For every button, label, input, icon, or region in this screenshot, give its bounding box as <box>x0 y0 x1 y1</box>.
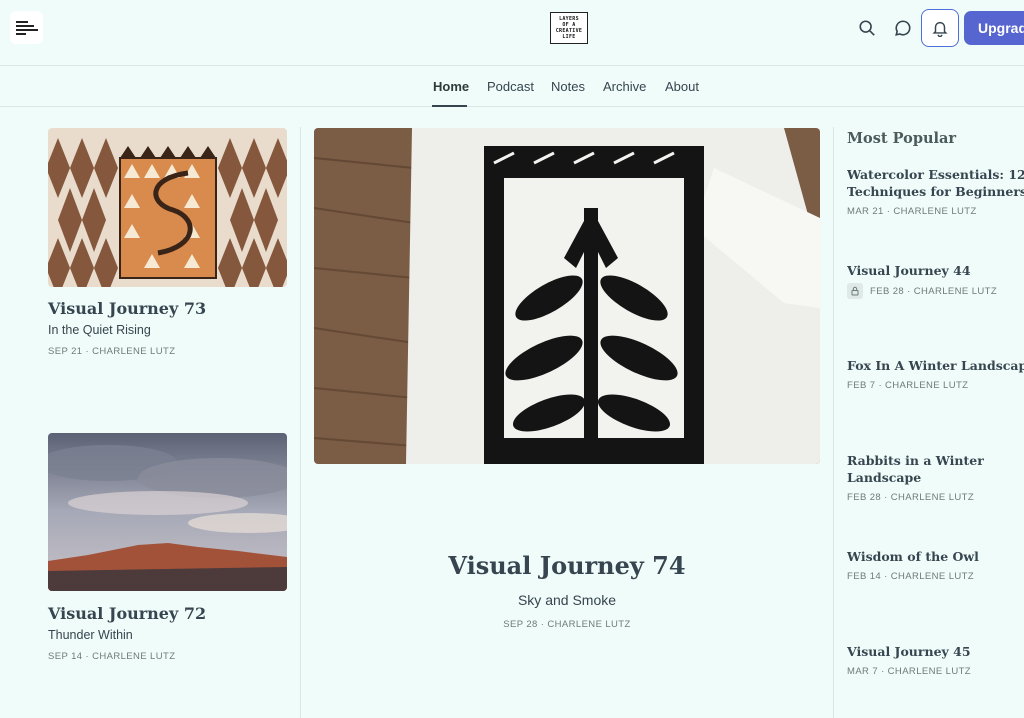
popular-post-meta-text: FEB 28 · CHARLENE LUTZ <box>870 285 998 297</box>
publication-wordmark[interactable]: LAYERS OF A CREATIVE LIFE <box>550 12 588 44</box>
feature-post-image[interactable] <box>314 128 820 464</box>
search-icon <box>859 20 875 36</box>
popular-post-meta: FEB 14 · CHARLENE LUTZ <box>847 571 974 582</box>
post-title[interactable]: Visual Journey 72 <box>48 604 206 623</box>
nav-item-podcast[interactable]: Podcast <box>487 79 534 94</box>
nav-item-home[interactable]: Home <box>433 79 469 94</box>
popular-post-meta-text: FEB 7 · CHARLENE LUTZ <box>847 380 969 391</box>
popular-post-title[interactable]: Rabbits in a Winter Landscape <box>847 452 1024 486</box>
post-meta: SEP 14 · CHARLENE LUTZ <box>48 651 176 662</box>
chat-icon <box>895 20 911 36</box>
popular-post-meta-text: MAR 7 · CHARLENE LUTZ <box>847 666 972 677</box>
popular-post-meta: FEB 28 · CHARLENE LUTZ <box>847 283 997 299</box>
post-thumbnail-watercolor[interactable] <box>48 128 287 287</box>
column-divider <box>833 127 834 718</box>
notifications-button[interactable] <box>921 9 959 47</box>
popular-post-title[interactable]: Watercolor Essentials: 12 Techniques for… <box>847 166 1024 200</box>
popular-post-title-line: Wisdom of the Owl <box>847 549 979 564</box>
popular-post-title[interactable]: Wisdom of the Owl <box>847 548 1024 565</box>
search-button[interactable] <box>852 13 882 43</box>
sunset-mountain-image <box>48 433 287 591</box>
popular-post-meta-text: FEB 28 · CHARLENE LUTZ <box>847 492 975 503</box>
popular-post-title-line: Techniques for Beginners &... <box>847 184 1024 199</box>
watercolor-diamonds-image <box>48 128 287 287</box>
post-subtitle: In the Quiet Rising <box>48 323 151 337</box>
nav-item-archive[interactable]: Archive <box>603 79 646 94</box>
feature-post-meta: SEP 28 · CHARLENE LUTZ <box>503 619 631 630</box>
post-meta: SEP 21 · CHARLENE LUTZ <box>48 346 176 357</box>
publication-logo[interactable] <box>10 11 43 44</box>
popular-post-title[interactable]: Visual Journey 45 <box>847 643 1024 660</box>
popular-post-meta: MAR 21 · CHARLENE LUTZ <box>847 206 977 217</box>
popular-post-title-line: Rabbits in a Winter <box>847 453 984 468</box>
popular-post-meta: MAR 7 · CHARLENE LUTZ <box>847 666 971 677</box>
logo-mark <box>15 20 38 35</box>
feature-post-title[interactable]: Visual Journey 74 <box>314 551 820 580</box>
popular-post-title-line: Fox In A Winter Landscape <box>847 358 1024 373</box>
feature-post-subtitle: Sky and Smoke <box>517 592 617 608</box>
post-subtitle: Thunder Within <box>48 628 133 642</box>
nav-active-indicator <box>432 105 467 107</box>
primary-nav: Home Podcast Notes Archive About <box>0 66 1024 107</box>
popular-post-meta-text: MAR 21 · CHARLENE LUTZ <box>847 206 977 217</box>
chat-button[interactable] <box>888 13 918 43</box>
popular-post-title[interactable]: Fox In A Winter Landscape <box>847 357 1024 374</box>
popular-post-meta-text: FEB 14 · CHARLENE LUTZ <box>847 571 975 582</box>
post-thumbnail-landscape[interactable] <box>48 433 287 591</box>
upgrade-button[interactable]: Upgrade <box>964 11 1024 45</box>
nav-item-about[interactable]: About <box>665 79 699 94</box>
site-header: LAYERS OF A CREATIVE LIFE Upgrade <box>0 0 1024 66</box>
popular-post-title-line: Visual Journey 45 <box>847 644 971 659</box>
popular-post-title-line: Landscape <box>847 470 922 485</box>
popular-post-title-line: Watercolor Essentials: 12 <box>847 167 1024 182</box>
nav-item-notes[interactable]: Notes <box>551 79 585 94</box>
most-popular-heading: Most Popular <box>847 130 957 147</box>
lock-icon <box>847 283 863 299</box>
popular-post-meta: FEB 28 · CHARLENE LUTZ <box>847 492 974 503</box>
linocut-print-image <box>314 128 820 464</box>
popular-post-title-line: Visual Journey 44 <box>847 263 971 278</box>
popular-post-meta: FEB 7 · CHARLENE LUTZ <box>847 380 968 391</box>
column-divider <box>300 127 301 718</box>
post-title[interactable]: Visual Journey 73 <box>48 299 206 318</box>
popular-post-title[interactable]: Visual Journey 44 <box>847 262 1024 279</box>
wordmark-line: LIFE <box>562 34 576 40</box>
bell-icon <box>932 21 948 37</box>
